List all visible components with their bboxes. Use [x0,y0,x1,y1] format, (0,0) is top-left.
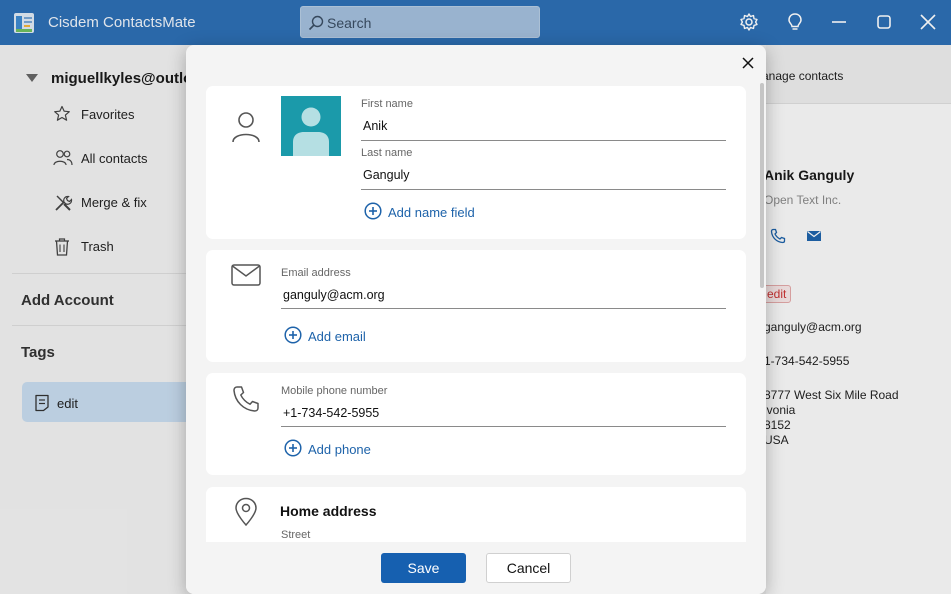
dialog-footer: Save Cancel [186,542,766,594]
add-phone-label: Add phone [308,442,371,457]
email-card: Email address ganguly@acm.org Add email [206,250,746,362]
phone-label: Mobile phone number [281,385,388,397]
edit-contact-dialog: First name Anik Last name Ganguly Add na… [186,45,766,594]
add-email-label: Add email [308,329,366,344]
save-button[interactable]: Save [381,553,466,583]
last-name-label: Last name [361,147,413,159]
envelope-icon [231,264,261,286]
plus-circle-icon [364,202,382,220]
phone-field[interactable]: +1-734-542-5955 [283,406,379,420]
field-underline [281,308,726,309]
cancel-button[interactable]: Cancel [486,553,571,583]
dialog-scrollbar[interactable] [760,83,764,288]
avatar[interactable] [281,96,341,156]
street-label: Street [281,529,311,541]
field-underline [281,426,726,427]
name-card: First name Anik Last name Ganguly Add na… [206,86,746,239]
field-underline [361,140,726,141]
person-icon [232,112,260,143]
phone-card: Mobile phone number +1-734-542-5955 Add … [206,373,746,475]
plus-circle-icon [284,439,302,457]
location-pin-icon [235,497,257,527]
add-name-field-label: Add name field [388,205,475,220]
first-name-label: First name [361,98,413,110]
last-name-field[interactable]: Ganguly [363,168,410,182]
avatar-silhouette-icon [293,107,329,156]
plus-circle-icon [284,326,302,344]
close-icon[interactable] [740,55,756,71]
email-field[interactable]: ganguly@acm.org [283,288,385,302]
phone-icon [233,386,259,412]
email-label: Email address [281,267,351,279]
field-underline [361,189,726,190]
add-email-button[interactable]: Add email [284,326,384,346]
add-name-field-button[interactable]: Add name field [364,202,494,222]
home-address-title: Home address [280,503,377,519]
first-name-field[interactable]: Anik [363,119,387,133]
add-phone-button[interactable]: Add phone [284,439,384,459]
